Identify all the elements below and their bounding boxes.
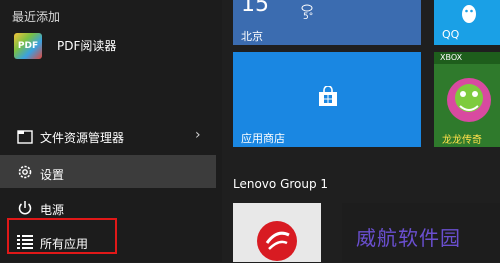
weather-city: 北京 — [241, 30, 263, 43]
store-label: 应用商店 — [241, 132, 285, 145]
xbox-brand: XBOX — [440, 53, 463, 62]
nav-settings-label: 设置 — [40, 168, 65, 182]
watermark-text: 威航软件园 — [356, 226, 461, 250]
xbox-game-tile[interactable]: XBOX 龙龙传奇 — [434, 52, 500, 147]
recent-section-title: 最近添加 — [12, 10, 61, 24]
weather-tile[interactable]: 15 5° 北京 — [233, 0, 421, 45]
weather-temp-small: 5° — [303, 12, 314, 22]
nav-file-explorer-label: 文件资源管理器 — [40, 131, 125, 145]
lenovo-app-logo-icon — [257, 221, 297, 261]
nav-power-label: 电源 — [40, 203, 65, 217]
folder-icon — [17, 130, 33, 144]
pdf-reader-label: PDF阅读器 — [57, 39, 117, 53]
cloud-icon — [301, 4, 313, 12]
qq-tile[interactable]: QQ — [434, 0, 500, 45]
store-tile[interactable]: 应用商店 — [233, 52, 421, 147]
qq-penguin-icon — [462, 5, 476, 23]
weather-temp-big: 15 — [241, 0, 269, 17]
power-icon — [18, 201, 32, 215]
dragon-artwork-icon — [447, 78, 491, 122]
gear-icon — [18, 165, 32, 179]
qq-label: QQ — [442, 28, 460, 41]
tile-group-title: Lenovo Group 1 — [233, 177, 329, 191]
shopping-bag-icon — [319, 86, 337, 106]
chevron-right-icon[interactable]: › — [195, 127, 201, 143]
xbox-game-label: 龙龙传奇 — [442, 135, 482, 146]
pdf-reader-icon: PDF — [14, 33, 42, 59]
highlight-box — [7, 218, 117, 254]
lenovo-app-tile[interactable] — [233, 203, 321, 262]
